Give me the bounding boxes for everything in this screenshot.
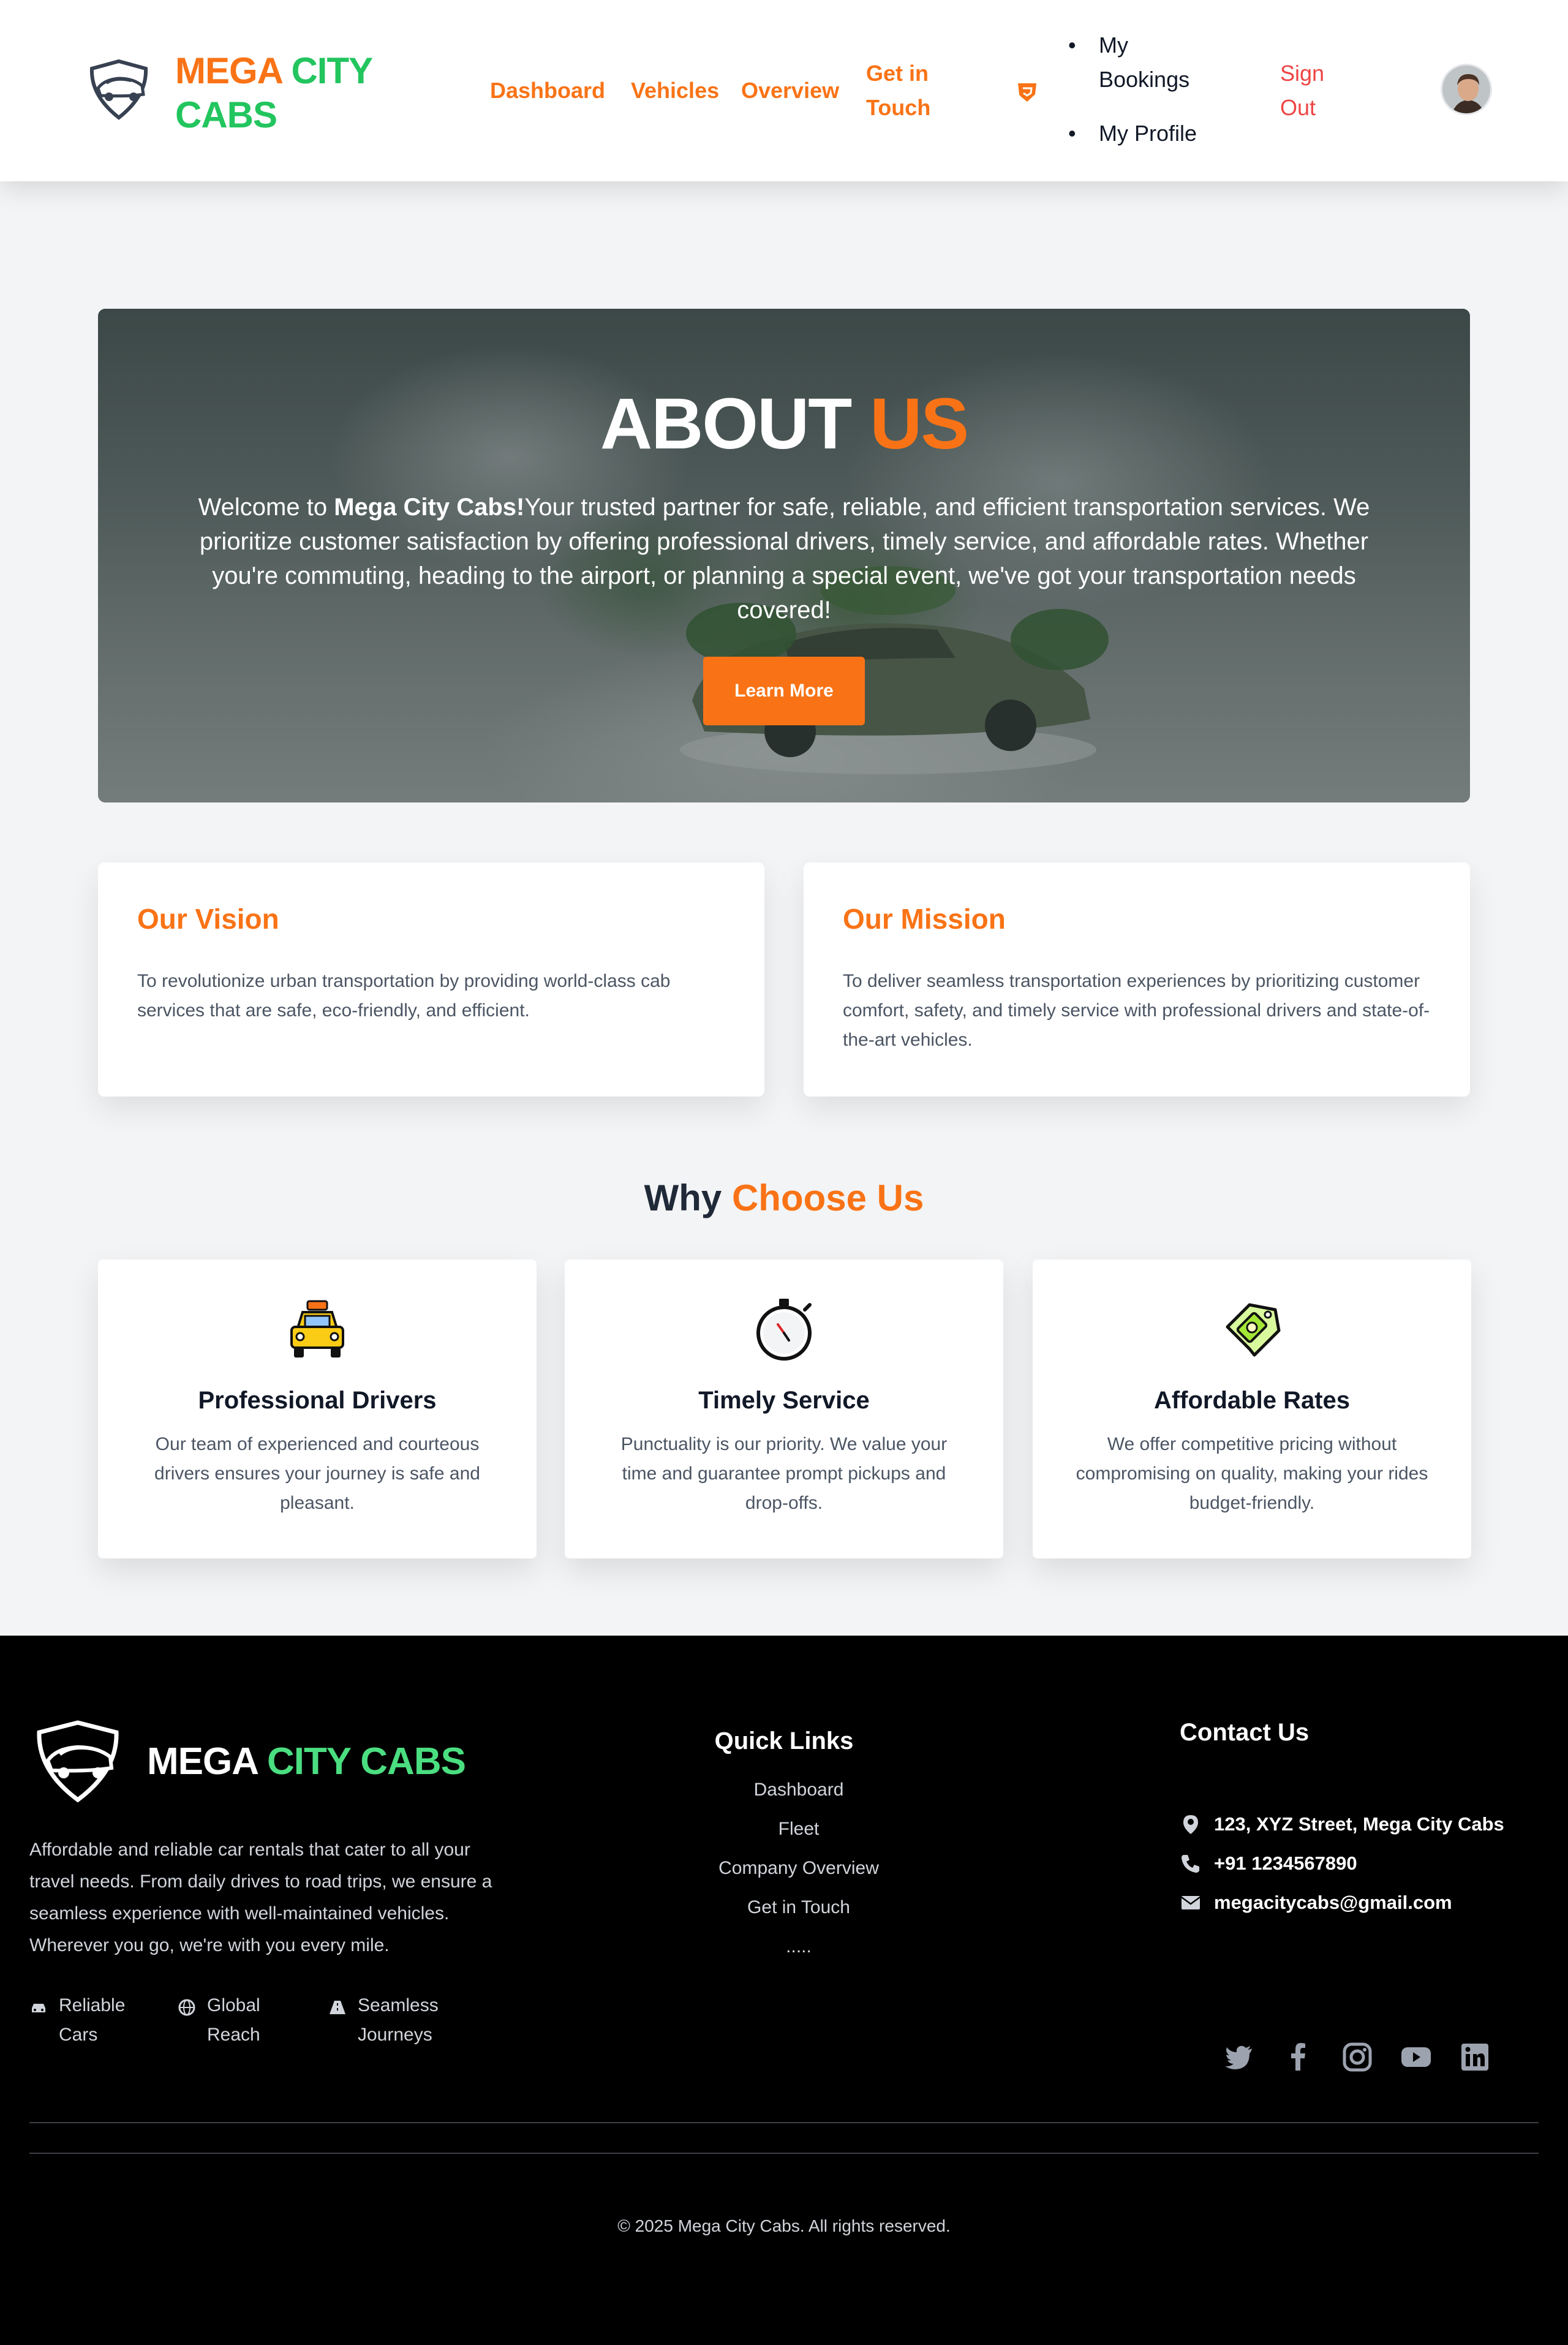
menu-item-label: My Profile	[1099, 121, 1197, 146]
navbar: MEGA CITY CABS Dashboard Vehicles Overvi…	[0, 0, 1568, 181]
user-avatar[interactable]	[1441, 64, 1492, 115]
quick-links-list: Dashboard Fleet Company Overview Get in …	[664, 1770, 933, 1966]
feature-title: Professional Drivers	[198, 1387, 437, 1414]
feature-text: Punctuality is our priority. We value yo…	[620, 1434, 948, 1513]
menu-item-my-profile[interactable]: My Profile	[1068, 116, 1215, 151]
intro-prefix: Welcome to	[198, 494, 334, 521]
feature-card-timely-service: Timely Service Punctuality is our priori…	[565, 1259, 1003, 1558]
contact-list: 123, XYZ Street, Mega City Cabs +91 1234…	[1180, 1805, 1504, 1922]
mission-title: Our Mission	[843, 903, 1006, 935]
feature-card-affordable-rates: Affordable Rates We offer competitive pr…	[1033, 1259, 1471, 1558]
intro-company-name: Mega City Cabs!	[334, 494, 525, 521]
feature-title: Timely Service	[698, 1387, 870, 1414]
brand-name: MEGA CITY CABS	[175, 49, 396, 137]
money-tag-icon	[1226, 1303, 1281, 1357]
feature-card-professional-drivers: Professional Drivers Our team of experie…	[98, 1259, 537, 1558]
footer-description: Affordable and reliable car rentals that…	[29, 1840, 492, 1955]
nav-overview-link[interactable]: Overview	[741, 74, 839, 108]
linkedin-icon[interactable]	[1458, 2040, 1492, 2074]
footer-brand-mega: MEGA	[147, 1740, 258, 1783]
map-pin-icon	[1183, 1815, 1198, 1834]
contact-title: Contact Us	[1180, 1719, 1310, 1746]
twitter-icon[interactable]	[1223, 2040, 1257, 2074]
brand-word-mega: MEGA	[175, 50, 282, 91]
why-word: Why	[644, 1177, 722, 1218]
globe-icon	[178, 1999, 195, 2016]
contact-email[interactable]: megacitycabs@gmail.com	[1180, 1883, 1504, 1922]
badge-label: Seamless Journeys	[358, 1995, 439, 2045]
youtube-icon[interactable]	[1399, 2040, 1433, 2074]
title-about: ABOUT	[600, 383, 853, 464]
social-links	[1223, 2040, 1517, 2074]
learn-more-button[interactable]: Learn More	[703, 657, 865, 725]
sign-out-link[interactable]: Sign Out	[1280, 56, 1348, 125]
car-shield-logo-icon	[89, 59, 148, 120]
badge-label: Global Reach	[207, 1995, 260, 2045]
contact-address: 123, XYZ Street, Mega City Cabs	[1180, 1805, 1504, 1844]
car-icon	[32, 2004, 45, 2012]
envelope-icon	[1181, 1896, 1200, 1909]
footer-brand-name: MEGA CITY CABS	[147, 1737, 466, 1786]
feature-text: Our team of experienced and courteous dr…	[154, 1434, 480, 1513]
instagram-icon[interactable]	[1340, 2040, 1374, 2074]
footer: MEGA CITY CABS Affordable and reliable c…	[0, 1636, 1568, 2345]
about-hero: ABOUT US Welcome to Mega City Cabs!Your …	[98, 309, 1470, 802]
badge-label: Reliable Cars	[59, 1995, 126, 2045]
phone-icon	[1182, 1855, 1199, 1873]
quick-link-company-overview[interactable]: Company Overview	[664, 1849, 933, 1888]
mission-text: To deliver seamless transportation exper…	[843, 971, 1430, 1050]
title-us: US	[870, 383, 969, 464]
footer-divider-top	[29, 2122, 1539, 2123]
menu-item-my-bookings[interactable]: My Bookings	[1068, 28, 1215, 97]
brand[interactable]: MEGA CITY CABS	[86, 49, 396, 137]
facebook-icon[interactable]	[1281, 2040, 1316, 2074]
brand-word-cabs: CABS	[175, 94, 277, 135]
copyright-text: © 2025 Mega City Cabs. All rights reserv…	[617, 2216, 951, 2235]
badge-global-reach: Global Reach	[178, 1991, 281, 2050]
quick-links-title: Quick Links	[714, 1728, 854, 1754]
quick-link-dashboard[interactable]: Dashboard	[664, 1770, 933, 1810]
vision-card: Our Vision To revolutionize urban transp…	[98, 863, 764, 1097]
quick-link-get-in-touch[interactable]: Get in Touch	[664, 1888, 933, 1927]
taxi-icon	[290, 1300, 344, 1358]
quick-link-more[interactable]: .....	[664, 1927, 933, 1966]
nav-vehicles-link[interactable]: Vehicles	[631, 74, 719, 108]
contact-phone[interactable]: +91 1234567890	[1180, 1844, 1504, 1883]
user-menu: My Bookings My Profile	[1068, 28, 1215, 151]
avatar-portrait-icon	[1442, 66, 1490, 113]
why-choose-us-title: Why Choose Us	[0, 1174, 1568, 1223]
footer-divider-bottom	[29, 2153, 1539, 2154]
quick-link-fleet[interactable]: Fleet	[664, 1810, 933, 1849]
feature-title: Affordable Rates	[1153, 1387, 1351, 1414]
contact-email-text: megacitycabs@gmail.com	[1214, 1892, 1452, 1913]
badge-seamless-journeys: Seamless Journeys	[328, 1991, 456, 2050]
mission-card: Our Mission To deliver seamless transpor…	[804, 863, 1470, 1097]
hero-intro: Welcome to Mega City Cabs!Your trusted p…	[190, 490, 1378, 627]
footer-brand-city-cabs: CITY CABS	[266, 1740, 466, 1783]
feature-text: We offer competitive pricing without com…	[1076, 1434, 1428, 1513]
shield-icon[interactable]	[1016, 80, 1039, 103]
badge-reliable-cars: Reliable Cars	[29, 1991, 145, 2050]
stopwatch-icon	[756, 1299, 812, 1361]
vision-title: Our Vision	[137, 903, 279, 935]
choose-us-words: Choose Us	[731, 1177, 924, 1218]
footer-car-shield-logo-icon[interactable]	[32, 1719, 124, 1803]
page-title: ABOUT US	[98, 381, 1470, 467]
vision-text: To revolutionize urban transportation by…	[137, 971, 671, 1021]
brand-word-city: CITY	[291, 50, 373, 91]
contact-phone-text: +91 1234567890	[1214, 1852, 1357, 1874]
nav-dashboard-link[interactable]: Dashboard	[490, 74, 605, 108]
menu-item-label: My Bookings	[1099, 32, 1190, 92]
contact-address-text: 123, XYZ Street, Mega City Cabs	[1214, 1813, 1504, 1835]
road-icon	[330, 2001, 345, 2014]
nav-get-in-touch-link[interactable]: Get in Touch	[866, 56, 946, 125]
